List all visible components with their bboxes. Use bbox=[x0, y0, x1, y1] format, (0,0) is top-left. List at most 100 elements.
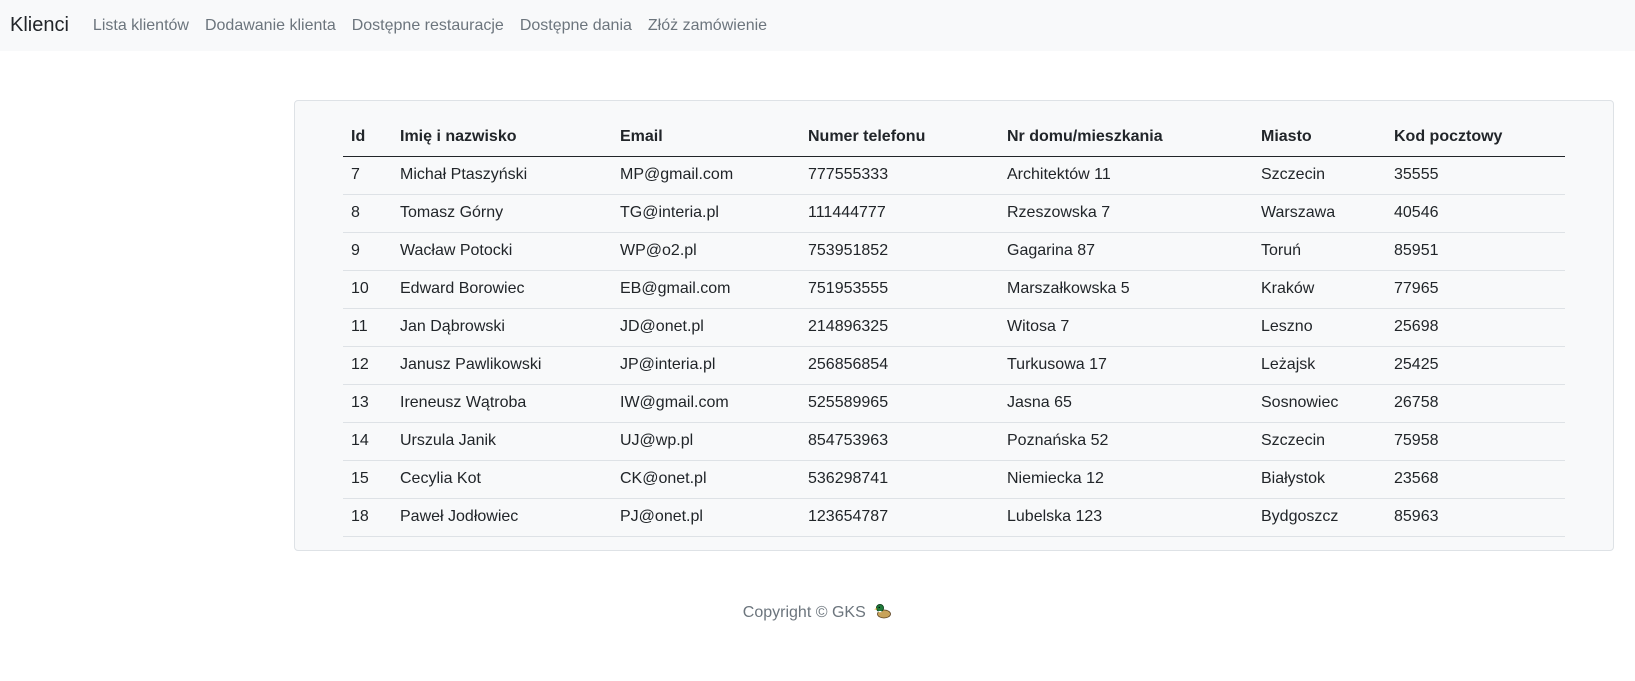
cell-city: Toruń bbox=[1253, 232, 1386, 271]
cell-postal-code: 85951 bbox=[1386, 232, 1565, 271]
table-header-row: Id Imię i nazwisko Email Numer telefonu … bbox=[343, 119, 1565, 157]
nav-link-lista-klientow[interactable]: Lista klientów bbox=[93, 17, 189, 35]
cell-address: Rzeszowska 7 bbox=[999, 194, 1253, 233]
header-phone: Numer telefonu bbox=[800, 119, 999, 157]
cell-address: Gagarina 87 bbox=[999, 232, 1253, 271]
clients-table-card: Id Imię i nazwisko Email Numer telefonu … bbox=[294, 100, 1614, 551]
cell-address: Jasna 65 bbox=[999, 384, 1253, 423]
cell-postal-code: 35555 bbox=[1386, 156, 1565, 195]
table-row: 15 Cecylia Kot CK@onet.pl 536298741 Niemieck… bbox=[343, 460, 1565, 499]
cell-address: Niemiecka 12 bbox=[999, 460, 1253, 499]
table-row: 14 Urszula Janik UJ@wp.pl 854753963 Poznańsk… bbox=[343, 422, 1565, 461]
cell-postal-code: 25698 bbox=[1386, 308, 1565, 347]
table-row: 13 Ireneusz Wątroba IW@gmail.com 525589965 J… bbox=[343, 384, 1565, 423]
cell-email: JD@onet.pl bbox=[612, 308, 800, 347]
cell-city: Sosnowiec bbox=[1253, 384, 1386, 423]
cell-name: Janusz Pawlikowski bbox=[392, 346, 612, 385]
cell-phone: 525589965 bbox=[800, 384, 999, 423]
cell-phone: 751953555 bbox=[800, 270, 999, 309]
table-body: 7 Michał Ptaszyński MP@gmail.com 777555333 A… bbox=[343, 156, 1565, 537]
navbar-brand[interactable]: Klienci bbox=[10, 14, 69, 37]
header-id: Id bbox=[343, 119, 392, 157]
cell-id: 18 bbox=[343, 498, 392, 537]
cell-city: Leszno bbox=[1253, 308, 1386, 347]
cell-address: Lubelska 123 bbox=[999, 498, 1253, 537]
cell-city: Leżajsk bbox=[1253, 346, 1386, 385]
cell-email: WP@o2.pl bbox=[612, 232, 800, 271]
cell-address: Turkusowa 17 bbox=[999, 346, 1253, 385]
cell-name: Wacław Potocki bbox=[392, 232, 612, 271]
cell-phone: 536298741 bbox=[800, 460, 999, 499]
cell-address: Poznańska 52 bbox=[999, 422, 1253, 461]
header-postal-code: Kod pocztowy bbox=[1386, 119, 1565, 157]
cell-name: Tomasz Górny bbox=[392, 194, 612, 233]
cell-email: CK@onet.pl bbox=[612, 460, 800, 499]
cell-postal-code: 40546 bbox=[1386, 194, 1565, 233]
cell-postal-code: 85963 bbox=[1386, 498, 1565, 537]
cell-email: TG@interia.pl bbox=[612, 194, 800, 233]
cell-phone: 777555333 bbox=[800, 156, 999, 195]
cell-address: Marszałkowska 5 bbox=[999, 270, 1253, 309]
cell-city: Białystok bbox=[1253, 460, 1386, 499]
table-row: 18 Paweł Jodłowiec PJ@onet.pl 123654787 Lube… bbox=[343, 498, 1565, 537]
cell-name: Edward Borowiec bbox=[392, 270, 612, 309]
cell-postal-code: 77965 bbox=[1386, 270, 1565, 309]
table-row: 8 Tomasz Górny TG@interia.pl 111444777 Rzesz… bbox=[343, 194, 1565, 233]
cell-city: Szczecin bbox=[1253, 156, 1386, 195]
cell-city: Bydgoszcz bbox=[1253, 498, 1386, 537]
cell-id: 15 bbox=[343, 460, 392, 499]
header-name: Imię i nazwisko bbox=[392, 119, 612, 157]
cell-postal-code: 23568 bbox=[1386, 460, 1565, 499]
cell-email: EB@gmail.com bbox=[612, 270, 800, 309]
cell-id: 9 bbox=[343, 232, 392, 271]
clients-table: Id Imię i nazwisko Email Numer telefonu … bbox=[343, 119, 1565, 537]
cell-city: Kraków bbox=[1253, 270, 1386, 309]
cell-city: Szczecin bbox=[1253, 422, 1386, 461]
cell-id: 8 bbox=[343, 194, 392, 233]
cell-id: 12 bbox=[343, 346, 392, 385]
cell-address: Architektów 11 bbox=[999, 156, 1253, 195]
cell-name: Urszula Janik bbox=[392, 422, 612, 461]
cell-email: MP@gmail.com bbox=[612, 156, 800, 195]
duck-icon bbox=[874, 602, 892, 625]
cell-city: Warszawa bbox=[1253, 194, 1386, 233]
cell-id: 14 bbox=[343, 422, 392, 461]
cell-id: 13 bbox=[343, 384, 392, 423]
table-row: 7 Michał Ptaszyński MP@gmail.com 777555333 A… bbox=[343, 156, 1565, 195]
cell-name: Cecylia Kot bbox=[392, 460, 612, 499]
cell-phone: 214896325 bbox=[800, 308, 999, 347]
footer: Copyright © GKS bbox=[0, 602, 1635, 625]
header-email: Email bbox=[612, 119, 800, 157]
cell-address: Witosa 7 bbox=[999, 308, 1253, 347]
cell-postal-code: 75958 bbox=[1386, 422, 1565, 461]
cell-name: Paweł Jodłowiec bbox=[392, 498, 612, 537]
nav-link-dodawanie-klienta[interactable]: Dodawanie klienta bbox=[205, 17, 336, 35]
cell-email: UJ@wp.pl bbox=[612, 422, 800, 461]
cell-phone: 753951852 bbox=[800, 232, 999, 271]
nav-link-dostepne-restauracje[interactable]: Dostępne restauracje bbox=[352, 17, 504, 35]
cell-name: Ireneusz Wątroba bbox=[392, 384, 612, 423]
cell-email: PJ@onet.pl bbox=[612, 498, 800, 537]
navbar: Klienci Lista klientów Dodawanie klienta… bbox=[0, 0, 1635, 51]
cell-name: Jan Dąbrowski bbox=[392, 308, 612, 347]
cell-phone: 111444777 bbox=[800, 194, 999, 233]
cell-id: 7 bbox=[343, 156, 392, 195]
cell-phone: 854753963 bbox=[800, 422, 999, 461]
header-address: Nr domu/mieszkania bbox=[999, 119, 1253, 157]
table-row: 9 Wacław Potocki WP@o2.pl 753951852 Gagarina… bbox=[343, 232, 1565, 271]
cell-postal-code: 26758 bbox=[1386, 384, 1565, 423]
nav-link-dostepne-dania[interactable]: Dostępne dania bbox=[520, 17, 632, 35]
cell-email: JP@interia.pl bbox=[612, 346, 800, 385]
cell-id: 10 bbox=[343, 270, 392, 309]
table-row: 12 Janusz Pawlikowski JP@interia.pl 2568568… bbox=[343, 346, 1565, 385]
table-row: 10 Edward Borowiec EB@gmail.com 751953555 Ma… bbox=[343, 270, 1565, 309]
cell-id: 11 bbox=[343, 308, 392, 347]
cell-phone: 123654787 bbox=[800, 498, 999, 537]
header-city: Miasto bbox=[1253, 119, 1386, 157]
copyright-text: Copyright © GKS bbox=[742, 604, 866, 621]
cell-email: IW@gmail.com bbox=[612, 384, 800, 423]
table-row: 11 Jan Dąbrowski JD@onet.pl 214896325 Witosa… bbox=[343, 308, 1565, 347]
nav-link-zloz-zamowienie[interactable]: Złóż zamówienie bbox=[648, 17, 767, 35]
cell-postal-code: 25425 bbox=[1386, 346, 1565, 385]
cell-name: Michał Ptaszyński bbox=[392, 156, 612, 195]
